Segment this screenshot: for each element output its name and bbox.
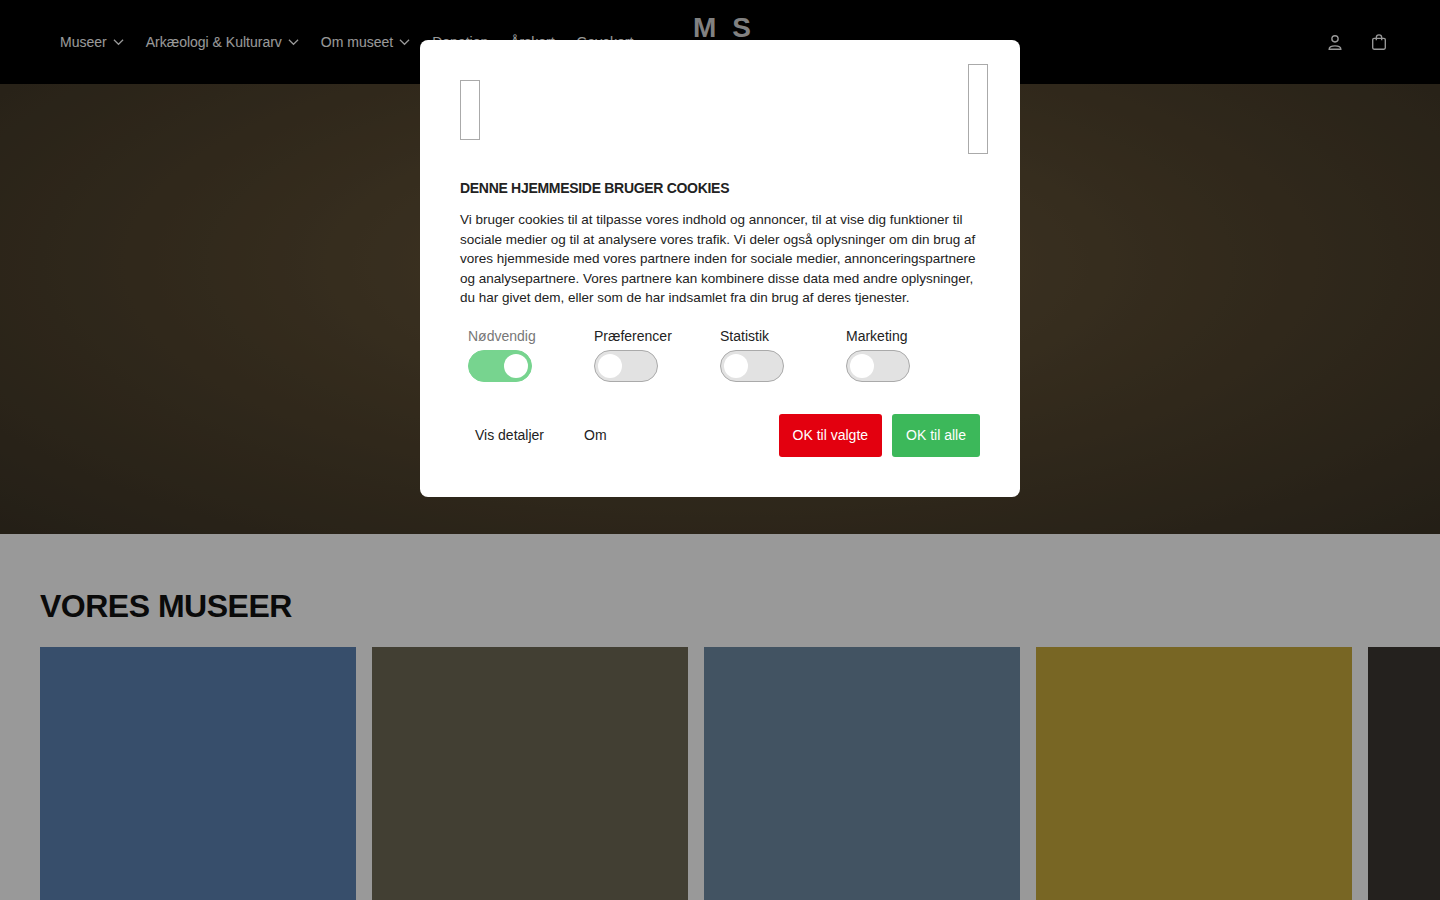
toggle-knob [850, 354, 874, 378]
brand-image-icon [968, 64, 988, 154]
logo-image-icon [460, 80, 480, 140]
toggle-label: Statistik [720, 328, 769, 344]
consent-toggle: Nødvendig [468, 328, 594, 382]
dialog-text: Vi bruger cookies til at tilpasse vores … [460, 210, 980, 308]
toggle-knob [724, 354, 748, 378]
toggle-knob [598, 354, 622, 378]
dialog-title: DENNE HJEMMESIDE BRUGER COOKIES [460, 180, 980, 196]
consent-button[interactable]: OK til valgte [779, 414, 882, 457]
dialog-link[interactable]: Vis detaljer [475, 427, 544, 443]
toggle-label: Nødvendig [468, 328, 536, 344]
toggle-switch[interactable] [846, 350, 910, 382]
toggle-switch[interactable] [594, 350, 658, 382]
dialog-actions: Vis detaljer Om OK til valgteOK til alle [460, 414, 980, 457]
toggle-knob [504, 354, 528, 378]
toggle-label: Marketing [846, 328, 907, 344]
consent-toggle: Præferencer [594, 328, 720, 382]
dialog-link[interactable]: Om [584, 427, 607, 443]
dialog-links: Vis detaljer Om [460, 427, 607, 443]
consent-toggles: Nødvendig Præferencer Statistik Marketin… [460, 328, 980, 382]
dialog-logos [460, 64, 980, 180]
consent-toggle: Marketing [846, 328, 972, 382]
toggle-switch[interactable] [720, 350, 784, 382]
toggle-label: Præferencer [594, 328, 672, 344]
consent-button[interactable]: OK til alle [892, 414, 980, 457]
dialog-buttons: OK til valgteOK til alle [779, 414, 980, 457]
cookie-dialog: DENNE HJEMMESIDE BRUGER COOKIES Vi bruge… [420, 40, 1020, 497]
toggle-switch [468, 350, 532, 382]
consent-toggle: Statistik [720, 328, 846, 382]
